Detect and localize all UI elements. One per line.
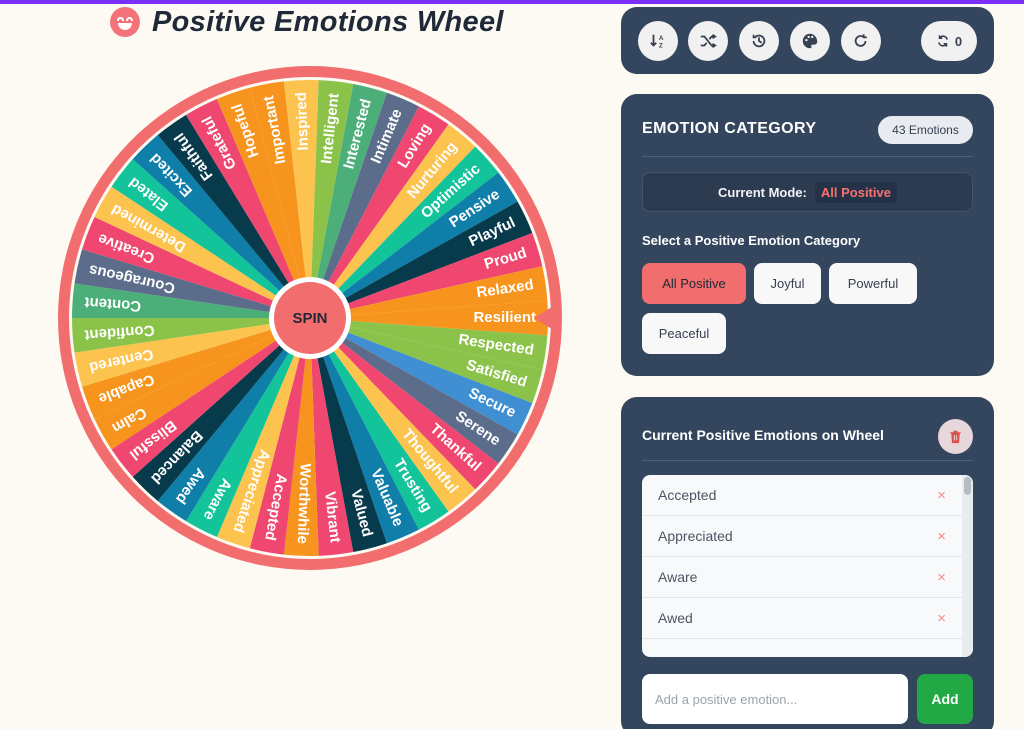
wheel-segment-label: Inspired [293, 92, 312, 151]
history-button[interactable] [739, 21, 779, 61]
sort-button[interactable]: A Z [638, 21, 678, 61]
history-icon [752, 34, 766, 48]
sync-icon [937, 35, 948, 47]
wheel-segment-label: Worthwhile [294, 463, 314, 544]
mode-value: All Positive [814, 181, 897, 203]
palette-icon [802, 33, 818, 49]
emotion-list: Accepted × Appreciated × Aware × Awed × [642, 475, 973, 657]
page-title: Positive Emotions Wheel [152, 5, 504, 38]
clear-all-button[interactable] [938, 419, 973, 454]
chip-peaceful[interactable]: Peaceful [642, 313, 726, 354]
sort-az-icon: A Z [650, 34, 664, 49]
list-title: Current Positive Emotions on Wheel [642, 427, 884, 443]
trash-icon [950, 430, 961, 444]
chip-joyful[interactable]: Joyful [754, 263, 821, 304]
list-item-label: Accepted [658, 487, 717, 503]
list-item-label: Appreciated [658, 528, 733, 544]
category-panel: EMOTION CATEGORY 43 Emotions Current Mod… [621, 94, 994, 376]
list-scrollbar[interactable] [962, 475, 973, 657]
list-item-label: Aware [658, 569, 698, 585]
toolbar-panel: A Z 0 [621, 7, 994, 74]
shuffle-button[interactable] [688, 21, 728, 61]
chip-powerful[interactable]: Powerful [829, 263, 917, 304]
emotion-list-panel: Current Positive Emotions on Wheel Accep… [621, 397, 994, 729]
list-item: Awed × [642, 598, 962, 639]
select-category-label: Select a Positive Emotion Category [642, 233, 861, 248]
scrollbar-thumb[interactable] [964, 477, 971, 495]
remove-icon[interactable]: × [937, 569, 946, 586]
category-title: EMOTION CATEGORY [642, 120, 817, 137]
spin-count: 0 [954, 33, 963, 49]
current-mode-box: Current Mode: All Positive [642, 172, 973, 212]
spin-button-label: SPIN [292, 310, 327, 327]
remove-icon[interactable]: × [937, 528, 946, 545]
redo-icon [854, 34, 867, 47]
remove-icon[interactable]: × [937, 610, 946, 627]
list-item: Aware × [642, 557, 962, 598]
list-item-label: Awed [658, 610, 693, 626]
list-item: Appreciated × [642, 516, 962, 557]
chip-all-positive[interactable]: All Positive [642, 263, 746, 304]
add-emotion-input[interactable] [642, 674, 908, 724]
redo-button[interactable] [841, 21, 881, 61]
smiley-icon [110, 7, 140, 37]
divider [642, 460, 973, 461]
shuffle-icon [700, 33, 717, 49]
add-button[interactable]: Add [917, 674, 973, 724]
palette-button[interactable] [790, 21, 830, 61]
emotion-wheel[interactable]: ResilientRespectedSatisfiedSecureSereneT… [50, 60, 580, 580]
emotion-count-badge: 43 Emotions [878, 116, 973, 144]
svg-text:Z: Z [659, 42, 663, 49]
spin-count-button[interactable]: 0 [921, 21, 977, 61]
svg-text:A: A [659, 35, 664, 42]
page-header: Positive Emotions Wheel [110, 4, 504, 40]
remove-icon[interactable]: × [937, 487, 946, 504]
wheel-segment-label: Resilient [473, 309, 536, 326]
mode-label: Current Mode: [718, 184, 807, 200]
divider [642, 156, 973, 157]
list-item: Accepted × [642, 475, 962, 516]
